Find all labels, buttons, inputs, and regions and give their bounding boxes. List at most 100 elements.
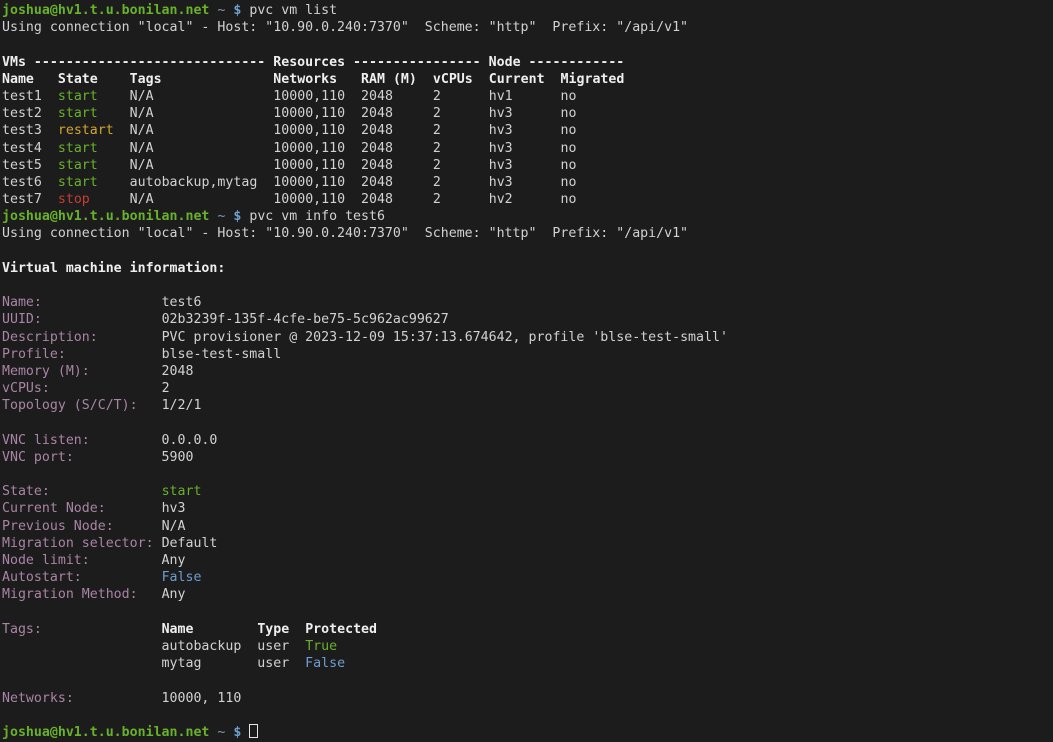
info-label: Node limit: bbox=[2, 553, 90, 568]
blank-line bbox=[2, 277, 1053, 294]
vm-list-row-test6: test6 start autobackup,mytag 10000,110 2… bbox=[2, 174, 1053, 191]
info-value-node-limit: Any bbox=[162, 553, 186, 568]
terminal-screen[interactable]: joshua@hv1.t.u.bonilan.net ~ $ pvc vm li… bbox=[0, 0, 1053, 742]
info-value-vcpus: 2 bbox=[162, 381, 170, 396]
vm-list-row-test1: test1 start N/A 10000,110 2048 2 hv1 no bbox=[2, 88, 1053, 105]
info-value-migration-selector: Default bbox=[162, 536, 218, 551]
info-node-limit: Node limit: Any bbox=[2, 552, 1053, 569]
terminal-text: no bbox=[561, 89, 577, 104]
terminal-text: 2048 bbox=[361, 141, 393, 156]
terminal-text: no bbox=[561, 141, 577, 156]
prompt-line-1: joshua@hv1.t.u.bonilan.net ~ $ pvc vm li… bbox=[2, 2, 1053, 19]
terminal-text: hv2 bbox=[489, 192, 513, 207]
blank-line bbox=[2, 672, 1053, 689]
tags-col-header-type: Type bbox=[257, 622, 289, 637]
info-topology: Topology (S/C/T): 1/2/1 bbox=[2, 397, 1053, 414]
info-value-memory: 2048 bbox=[162, 364, 194, 379]
vm-list-row-test4: test4 start N/A 10000,110 2048 2 hv3 no bbox=[2, 140, 1053, 157]
terminal-text: N/A bbox=[130, 89, 154, 104]
section-label-vms: VMs bbox=[2, 55, 26, 70]
info-label: Profile: bbox=[2, 347, 66, 362]
connection-info: Using connection "local" - Host: "10.90.… bbox=[2, 20, 688, 35]
info-value-uuid: 02b3239f-135f-4cfe-be75-5c962ac99627 bbox=[162, 312, 449, 327]
info-label: VNC port: bbox=[2, 450, 74, 465]
info-label: Memory (M): bbox=[2, 364, 90, 379]
tag-type: user bbox=[257, 656, 289, 671]
col-header-state: State bbox=[58, 72, 98, 87]
tag-name: mytag bbox=[162, 656, 202, 671]
terminal-text: no bbox=[561, 192, 577, 207]
vm-name: test1 bbox=[2, 89, 42, 104]
terminal-text: ------------ bbox=[521, 55, 625, 70]
terminal-text: ---------------- bbox=[345, 55, 481, 70]
tag-protected: False bbox=[305, 656, 345, 671]
terminal-text: 2048 bbox=[361, 123, 393, 138]
terminal-text: 2048 bbox=[361, 158, 393, 173]
terminal-text: N/A bbox=[130, 106, 154, 121]
terminal-text: no bbox=[561, 106, 577, 121]
info-label: vCPUs: bbox=[2, 381, 50, 396]
vm-list-header: Name State Tags Networks RAM (M) vCPUs C… bbox=[2, 71, 1053, 88]
col-header-migrated: Migrated bbox=[561, 72, 625, 87]
info-value-current-node: hv3 bbox=[162, 501, 186, 516]
terminal-text-area: joshua@hv1.t.u.bonilan.net ~ $ pvc vm li… bbox=[0, 0, 1053, 741]
info-value-vnc-listen: 0.0.0.0 bbox=[162, 433, 218, 448]
tags-header-line: Tags: Name Type Protected bbox=[2, 621, 1053, 638]
terminal-text: 2048 bbox=[361, 192, 393, 207]
info-previous-node: Previous Node: N/A bbox=[2, 518, 1053, 535]
col-header-vcpus: vCPUs bbox=[433, 72, 473, 87]
info-label: Autostart: bbox=[2, 570, 82, 585]
info-profile: Profile: blse-test-small bbox=[2, 346, 1053, 363]
info-label: Networks: bbox=[2, 691, 74, 706]
info-label: VNC listen: bbox=[2, 433, 90, 448]
info-value-autostart: False bbox=[162, 570, 202, 585]
terminal-text: N/A bbox=[130, 123, 154, 138]
terminal-text: hv3 bbox=[489, 106, 513, 121]
terminal-text: 10000,110 bbox=[273, 192, 345, 207]
col-header-name: Name bbox=[2, 72, 34, 87]
info-uuid: UUID: 02b3239f-135f-4cfe-be75-5c962ac996… bbox=[2, 311, 1053, 328]
terminal-text: 10000,110 bbox=[273, 175, 345, 190]
tags-col-header-name: Name bbox=[162, 622, 194, 637]
blank-line bbox=[2, 707, 1053, 724]
tag-type: user bbox=[257, 639, 289, 654]
info-label: Topology (S/C/T): bbox=[2, 398, 138, 413]
vm-state: start bbox=[58, 141, 98, 156]
info-value-networks: 10000, 110 bbox=[162, 691, 242, 706]
info-label: Description: bbox=[2, 330, 98, 345]
vm-info-title: Virtual machine information: bbox=[2, 260, 1053, 277]
col-header-current: Current bbox=[489, 72, 545, 87]
terminal-text: 10000,110 bbox=[273, 123, 345, 138]
info-value-description: PVC provisioner @ 2023-12-09 15:37:13.67… bbox=[162, 330, 728, 345]
info-vnc-listen: VNC listen: 0.0.0.0 bbox=[2, 432, 1053, 449]
info-current-node: Current Node: hv3 bbox=[2, 500, 1053, 517]
terminal-text: 10000,110 bbox=[273, 141, 345, 156]
terminal-text: 10000,110 bbox=[273, 89, 345, 104]
vm-name: test6 bbox=[2, 175, 42, 190]
terminal-text: hv3 bbox=[489, 175, 513, 190]
terminal-text: hv3 bbox=[489, 141, 513, 156]
info-label: UUID: bbox=[2, 312, 42, 327]
blank-line bbox=[2, 415, 1053, 432]
terminal-text: hv3 bbox=[489, 123, 513, 138]
terminal-text: 2 bbox=[433, 175, 441, 190]
tag-row-autobackup: autobackup user True bbox=[2, 638, 1053, 655]
tag-name: autobackup bbox=[162, 639, 242, 654]
info-value-topology: 1/2/1 bbox=[162, 398, 202, 413]
info-label: Name: bbox=[2, 295, 42, 310]
vm-state: restart bbox=[58, 123, 114, 138]
terminal-text: 2 bbox=[433, 158, 441, 173]
vm-list-row-test3: test3 restart N/A 10000,110 2048 2 hv3 n… bbox=[2, 122, 1053, 139]
prompt-line-2: joshua@hv1.t.u.bonilan.net ~ $ pvc vm in… bbox=[2, 208, 1053, 225]
vm-tags: autobackup,mytag bbox=[130, 175, 258, 190]
connection-line-2: Using connection "local" - Host: "10.90.… bbox=[2, 225, 1053, 242]
info-memory: Memory (M): 2048 bbox=[2, 363, 1053, 380]
info-label: Previous Node: bbox=[2, 519, 114, 534]
terminal-text: 10000,110 bbox=[273, 106, 345, 121]
terminal-text bbox=[481, 55, 489, 70]
info-label: Tags: bbox=[2, 622, 42, 637]
info-migration-method: Migration Method: Any bbox=[2, 586, 1053, 603]
terminal-text: N/A bbox=[130, 141, 154, 156]
terminal-text: 2048 bbox=[361, 89, 393, 104]
terminal-text: N/A bbox=[130, 192, 154, 207]
